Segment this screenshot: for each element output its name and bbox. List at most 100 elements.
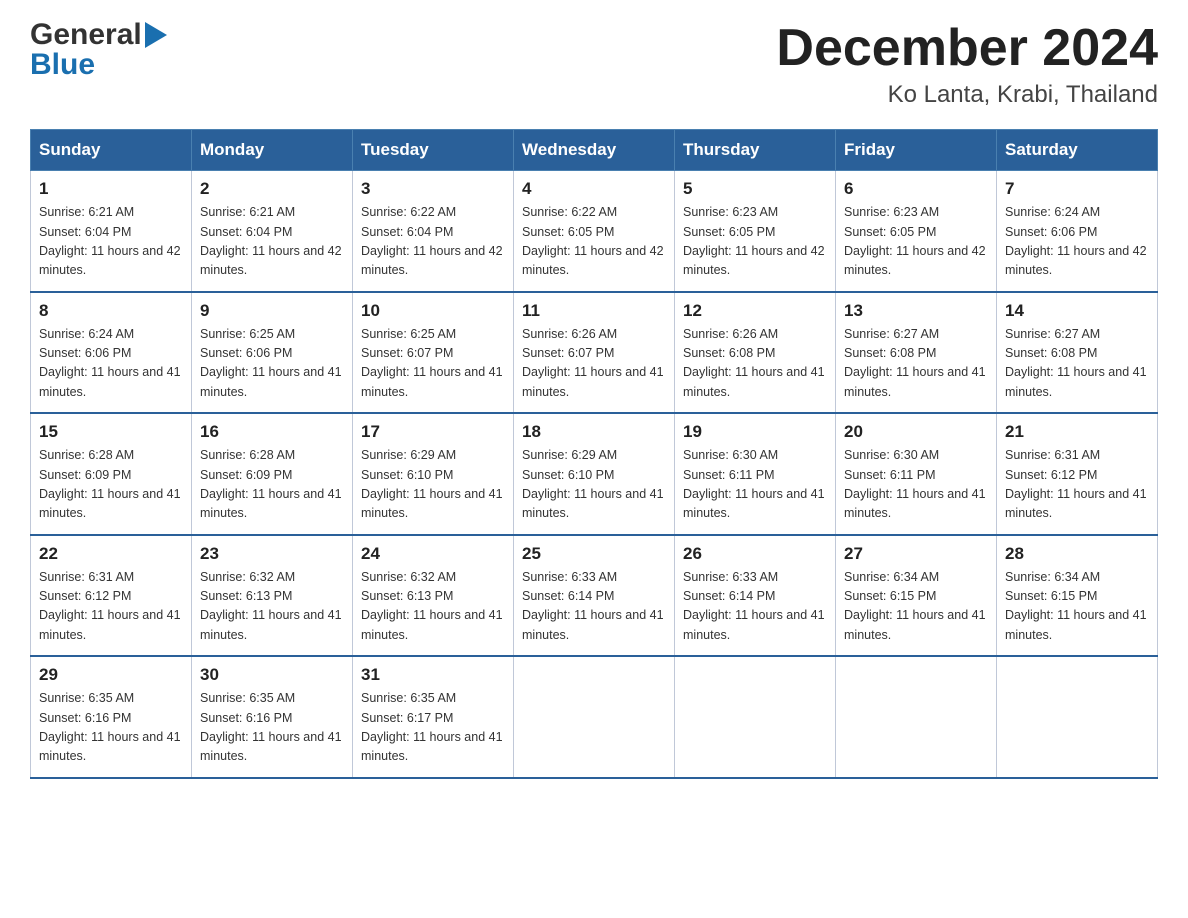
day-info: Sunrise: 6:33 AMSunset: 6:14 PMDaylight:… [683, 568, 827, 646]
day-number: 18 [522, 422, 666, 442]
day-info: Sunrise: 6:22 AMSunset: 6:05 PMDaylight:… [522, 203, 666, 281]
day-number: 13 [844, 301, 988, 321]
header-monday: Monday [192, 130, 353, 171]
day-number: 27 [844, 544, 988, 564]
calendar-cell: 27Sunrise: 6:34 AMSunset: 6:15 PMDayligh… [836, 535, 997, 657]
header-sunday: Sunday [31, 130, 192, 171]
calendar-week-row: 22 Sunrise: 6:31 AMSunset: 6:12 PMDayligh… [31, 535, 1158, 657]
header-tuesday: Tuesday [353, 130, 514, 171]
day-info: Sunrise: 6:24 AMSunset: 6:06 PMDaylight:… [39, 325, 183, 403]
day-info: Sunrise: 6:21 AMSunset: 6:04 PMDaylight:… [200, 203, 344, 281]
day-info: Sunrise: 6:25 AMSunset: 6:07 PMDaylight:… [361, 325, 505, 403]
day-info: Sunrise: 6:31 AMSunset: 6:12 PMDaylight:… [1005, 446, 1149, 524]
day-number: 31 [361, 665, 505, 685]
calendar-cell: 13 Sunrise: 6:27 AMSunset: 6:08 PMDayligh… [836, 292, 997, 414]
calendar-week-row: 15 Sunrise: 6:28 AMSunset: 6:09 PMDayligh… [31, 413, 1158, 535]
header-thursday: Thursday [675, 130, 836, 171]
day-info: Sunrise: 6:29 AMSunset: 6:10 PMDaylight:… [361, 446, 505, 524]
day-info: Sunrise: 6:28 AMSunset: 6:09 PMDaylight:… [39, 446, 183, 524]
calendar-cell: 29 Sunrise: 6:35 AMSunset: 6:16 PMDayligh… [31, 656, 192, 778]
day-number: 22 [39, 544, 183, 564]
calendar-cell: 11 Sunrise: 6:26 AMSunset: 6:07 PMDayligh… [514, 292, 675, 414]
day-number: 28 [1005, 544, 1149, 564]
day-info: Sunrise: 6:35 AMSunset: 6:16 PMDaylight:… [39, 689, 183, 767]
calendar-cell: 26 Sunrise: 6:33 AMSunset: 6:14 PMDayligh… [675, 535, 836, 657]
logo-general-text: General [30, 20, 142, 50]
day-number: 25 [522, 544, 666, 564]
calendar-cell: 8 Sunrise: 6:24 AMSunset: 6:06 PMDaylight… [31, 292, 192, 414]
day-info: Sunrise: 6:29 AMSunset: 6:10 PMDaylight:… [522, 446, 666, 524]
calendar-table: SundayMondayTuesdayWednesdayThursdayFrid… [30, 129, 1158, 779]
calendar-cell: 24Sunrise: 6:32 AMSunset: 6:13 PMDayligh… [353, 535, 514, 657]
day-number: 12 [683, 301, 827, 321]
day-info: Sunrise: 6:30 AMSunset: 6:11 PMDaylight:… [844, 446, 988, 524]
calendar-cell [675, 656, 836, 778]
title-section: December 2024 Ko Lanta, Krabi, Thailand [776, 20, 1158, 109]
day-number: 30 [200, 665, 344, 685]
day-info: Sunrise: 6:26 AMSunset: 6:07 PMDaylight:… [522, 325, 666, 403]
day-number: 15 [39, 422, 183, 442]
header-wednesday: Wednesday [514, 130, 675, 171]
day-info: Sunrise: 6:31 AMSunset: 6:12 PMDaylight:… [39, 568, 183, 646]
page-header: General Blue December 2024 Ko Lanta, Kra… [30, 20, 1158, 109]
day-number: 9 [200, 301, 344, 321]
logo-blue-text: Blue [30, 50, 95, 80]
calendar-cell [514, 656, 675, 778]
day-info: Sunrise: 6:22 AMSunset: 6:04 PMDaylight:… [361, 203, 505, 281]
day-info: Sunrise: 6:27 AMSunset: 6:08 PMDaylight:… [1005, 325, 1149, 403]
calendar-cell: 18 Sunrise: 6:29 AMSunset: 6:10 PMDayligh… [514, 413, 675, 535]
day-number: 21 [1005, 422, 1149, 442]
day-number: 1 [39, 179, 183, 199]
day-number: 5 [683, 179, 827, 199]
calendar-cell: 28 Sunrise: 6:34 AMSunset: 6:15 PMDayligh… [997, 535, 1158, 657]
calendar-week-row: 1 Sunrise: 6:21 AMSunset: 6:04 PMDaylight… [31, 171, 1158, 292]
day-number: 16 [200, 422, 344, 442]
calendar-cell [836, 656, 997, 778]
calendar-cell: 9 Sunrise: 6:25 AMSunset: 6:06 PMDaylight… [192, 292, 353, 414]
calendar-cell: 3Sunrise: 6:22 AMSunset: 6:04 PMDaylight… [353, 171, 514, 292]
calendar-cell: 31 Sunrise: 6:35 AMSunset: 6:17 PMDayligh… [353, 656, 514, 778]
month-title: December 2024 [776, 20, 1158, 77]
calendar-cell: 4 Sunrise: 6:22 AMSunset: 6:05 PMDaylight… [514, 171, 675, 292]
calendar-cell: 5Sunrise: 6:23 AMSunset: 6:05 PMDaylight… [675, 171, 836, 292]
day-info: Sunrise: 6:33 AMSunset: 6:14 PMDaylight:… [522, 568, 666, 646]
day-info: Sunrise: 6:28 AMSunset: 6:09 PMDaylight:… [200, 446, 344, 524]
calendar-cell: 7 Sunrise: 6:24 AMSunset: 6:06 PMDaylight… [997, 171, 1158, 292]
day-info: Sunrise: 6:35 AMSunset: 6:16 PMDaylight:… [200, 689, 344, 767]
calendar-cell: 1 Sunrise: 6:21 AMSunset: 6:04 PMDaylight… [31, 171, 192, 292]
day-number: 2 [200, 179, 344, 199]
calendar-cell: 23Sunrise: 6:32 AMSunset: 6:13 PMDayligh… [192, 535, 353, 657]
calendar-cell: 2 Sunrise: 6:21 AMSunset: 6:04 PMDaylight… [192, 171, 353, 292]
calendar-cell: 15 Sunrise: 6:28 AMSunset: 6:09 PMDayligh… [31, 413, 192, 535]
calendar-cell: 30 Sunrise: 6:35 AMSunset: 6:16 PMDayligh… [192, 656, 353, 778]
day-number: 11 [522, 301, 666, 321]
day-info: Sunrise: 6:30 AMSunset: 6:11 PMDaylight:… [683, 446, 827, 524]
day-number: 19 [683, 422, 827, 442]
calendar-cell: 21 Sunrise: 6:31 AMSunset: 6:12 PMDayligh… [997, 413, 1158, 535]
location-title: Ko Lanta, Krabi, Thailand [776, 81, 1158, 109]
logo: General Blue [30, 20, 167, 80]
day-info: Sunrise: 6:35 AMSunset: 6:17 PMDaylight:… [361, 689, 505, 767]
calendar-cell: 17Sunrise: 6:29 AMSunset: 6:10 PMDayligh… [353, 413, 514, 535]
day-info: Sunrise: 6:23 AMSunset: 6:05 PMDaylight:… [844, 203, 988, 281]
header-friday: Friday [836, 130, 997, 171]
logo-arrow-icon [145, 22, 167, 48]
day-number: 6 [844, 179, 988, 199]
day-number: 29 [39, 665, 183, 685]
day-info: Sunrise: 6:26 AMSunset: 6:08 PMDaylight:… [683, 325, 827, 403]
day-info: Sunrise: 6:32 AMSunset: 6:13 PMDaylight:… [200, 568, 344, 646]
calendar-cell: 10Sunrise: 6:25 AMSunset: 6:07 PMDayligh… [353, 292, 514, 414]
day-info: Sunrise: 6:24 AMSunset: 6:06 PMDaylight:… [1005, 203, 1149, 281]
day-number: 26 [683, 544, 827, 564]
day-number: 8 [39, 301, 183, 321]
calendar-cell [997, 656, 1158, 778]
header-saturday: Saturday [997, 130, 1158, 171]
day-number: 4 [522, 179, 666, 199]
calendar-cell: 22 Sunrise: 6:31 AMSunset: 6:12 PMDayligh… [31, 535, 192, 657]
day-info: Sunrise: 6:27 AMSunset: 6:08 PMDaylight:… [844, 325, 988, 403]
day-number: 7 [1005, 179, 1149, 199]
day-info: Sunrise: 6:21 AMSunset: 6:04 PMDaylight:… [39, 203, 183, 281]
calendar-cell: 25 Sunrise: 6:33 AMSunset: 6:14 PMDayligh… [514, 535, 675, 657]
day-info: Sunrise: 6:34 AMSunset: 6:15 PMDaylight:… [1005, 568, 1149, 646]
day-info: Sunrise: 6:25 AMSunset: 6:06 PMDaylight:… [200, 325, 344, 403]
